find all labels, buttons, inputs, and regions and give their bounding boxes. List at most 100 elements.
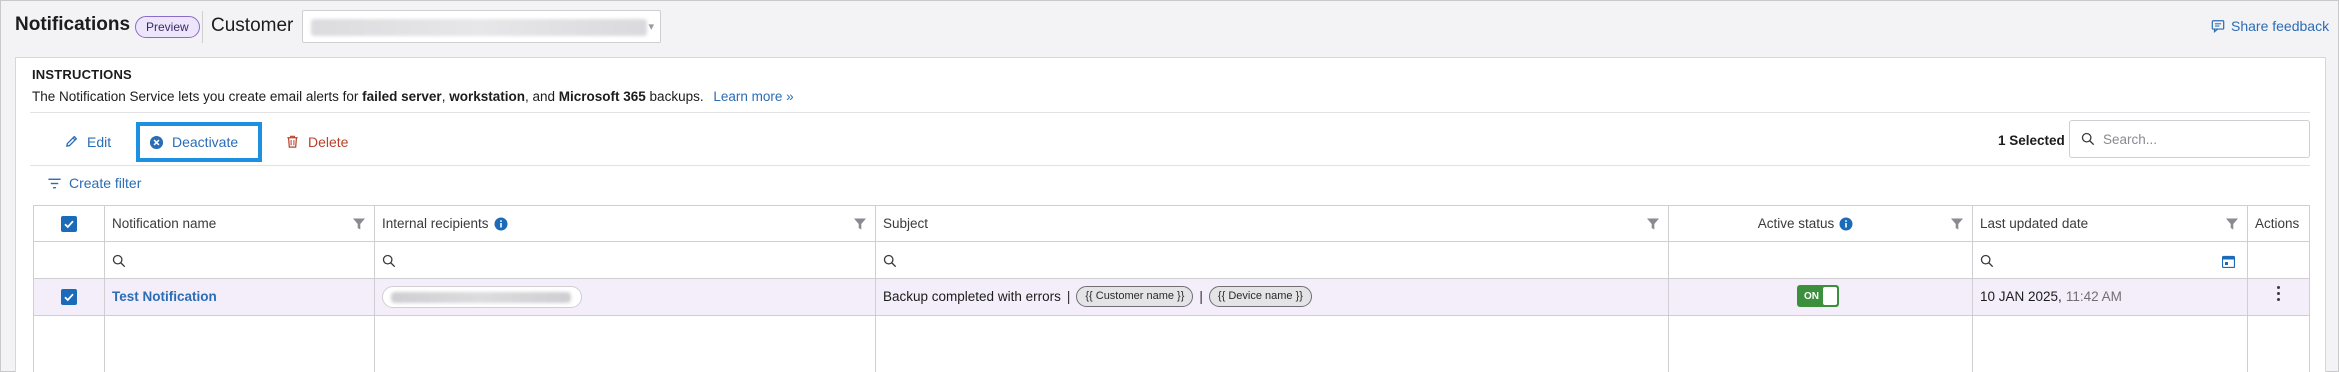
filter-cell	[34, 242, 104, 279]
funnel-icon[interactable]	[1646, 217, 1660, 231]
info-icon[interactable]	[494, 217, 508, 231]
redacted-recipient	[391, 292, 571, 303]
notification-name-link[interactable]: Test Notification	[112, 289, 217, 304]
table-row-cell	[375, 279, 875, 316]
create-filter-label: Create filter	[69, 175, 142, 191]
notifications-table: Notification name Test Notification Inte…	[33, 205, 2310, 372]
edit-button[interactable]: Edit	[54, 125, 121, 158]
column-header-active-status[interactable]: Active status	[1669, 206, 1972, 242]
check-icon	[64, 220, 74, 229]
toggle-on-label: ON	[1804, 290, 1819, 302]
search-icon	[1980, 254, 1994, 268]
create-filter-button[interactable]: Create filter	[47, 175, 141, 191]
info-icon[interactable]	[1839, 217, 1853, 231]
share-feedback-link[interactable]: Share feedback	[2211, 18, 2329, 34]
filter-cell-last-updated[interactable]	[1973, 242, 2247, 279]
filter-lines-icon	[48, 178, 61, 188]
divider	[30, 165, 2310, 166]
customer-label: Customer	[211, 15, 294, 36]
column-header-label: Active status	[1669, 216, 1972, 231]
search-icon	[883, 254, 897, 268]
column-last-updated: Last updated date 10 JAN 2025, 11:42 AM	[1973, 206, 2248, 372]
column-header-text: Internal recipients	[382, 216, 489, 231]
x-circle-icon	[149, 135, 164, 149]
filter-cell	[2248, 242, 2309, 279]
funnel-icon[interactable]	[1950, 217, 1964, 231]
table-row-cell	[2248, 279, 2309, 316]
column-header-label: Actions	[2255, 216, 2300, 231]
filter-cell-notification-name[interactable]	[105, 242, 374, 279]
search-icon	[2081, 132, 2095, 146]
subject-text: Backup completed with errors	[883, 289, 1061, 304]
filter-cell-active-status	[1669, 242, 1972, 279]
last-updated-date: 10 JAN 2025,	[1980, 289, 2062, 304]
select-column	[34, 206, 105, 372]
column-header-subject[interactable]: Subject	[876, 206, 1668, 242]
column-header-text: Active status	[1757, 216, 1835, 231]
customer-select[interactable]: ▾	[302, 10, 661, 43]
check-icon	[64, 293, 74, 302]
column-header-label: Internal recipients	[382, 216, 508, 231]
active-status-toggle[interactable]: ON	[1797, 285, 1839, 307]
edit-label: Edit	[87, 133, 112, 150]
kebab-menu-icon[interactable]	[2248, 286, 2309, 301]
instructions-text-part: The Notification Service lets you create…	[32, 89, 363, 104]
redacted-customer-value	[311, 19, 647, 36]
last-updated-time: 11:42 AM	[2065, 289, 2122, 304]
column-internal-recipients: Internal recipients	[375, 206, 876, 372]
subject-separator: |	[1066, 289, 1071, 304]
table-row-cell: Test Notification	[105, 279, 374, 316]
instructions-bold: workstation	[449, 89, 525, 104]
pencil-icon	[66, 135, 78, 147]
column-header-label: Last updated date	[1980, 216, 2089, 231]
recipient-chip	[382, 286, 582, 308]
column-header-last-updated[interactable]: Last updated date	[1973, 206, 2247, 242]
search-box[interactable]	[2069, 120, 2310, 158]
search-icon	[112, 254, 126, 268]
table-row-cell: Backup completed with errors | {{ Custom…	[876, 279, 1668, 316]
column-subject: Subject Backup completed with errors | {…	[876, 206, 1669, 372]
column-header-internal-recipients[interactable]: Internal recipients	[375, 206, 875, 242]
trash-icon	[287, 135, 298, 148]
search-icon	[382, 254, 396, 268]
row-checkbox[interactable]	[61, 289, 77, 305]
chevron-down-icon: ▾	[648, 21, 654, 33]
instructions-title: INSTRUCTIONS	[32, 67, 132, 82]
column-header-label: Subject	[883, 216, 929, 231]
instructions-text: The Notification Service lets you create…	[32, 89, 794, 104]
filter-cell-internal-recipients[interactable]	[375, 242, 875, 279]
funnel-icon[interactable]	[853, 217, 867, 231]
search-input[interactable]	[2103, 129, 2303, 149]
column-header-select	[34, 206, 104, 242]
page-header: Notifications Preview Customer ▾ Share f…	[1, 1, 2338, 53]
funnel-icon[interactable]	[2225, 217, 2239, 231]
column-header-notification-name[interactable]: Notification name	[105, 206, 374, 242]
deactivate-button[interactable]: Deactivate	[136, 122, 262, 162]
comment-icon	[2211, 20, 2225, 33]
preview-badge: Preview	[135, 16, 200, 38]
table-row-cell: ON	[1669, 279, 1972, 316]
subject-token: {{ Customer name }}	[1076, 286, 1194, 307]
page-title: Notifications	[15, 14, 131, 35]
delete-label: Delete	[308, 133, 349, 150]
notifications-panel: INSTRUCTIONS The Notification Service le…	[15, 57, 2326, 372]
subject-separator: |	[1199, 289, 1203, 304]
instructions-bold: Microsoft 365	[558, 89, 646, 104]
deactivate-label: Deactivate	[172, 134, 239, 150]
column-header-label: Notification name	[112, 216, 217, 231]
filter-cell-subject[interactable]	[876, 242, 1668, 279]
instructions-bold: failed server	[362, 89, 442, 104]
select-all-checkbox[interactable]	[61, 216, 77, 232]
divider	[30, 112, 2310, 113]
instructions-text-part: , and	[524, 89, 559, 104]
calendar-icon[interactable]	[2222, 255, 2235, 268]
learn-more-link[interactable]: Learn more »	[713, 89, 793, 104]
selected-count: 1 Selected	[1998, 133, 2065, 148]
delete-button[interactable]: Delete	[275, 125, 358, 158]
share-feedback-label: Share feedback	[2231, 18, 2330, 34]
funnel-icon[interactable]	[352, 217, 366, 231]
subject-token: {{ Device name }}	[1208, 286, 1312, 307]
toggle-knob	[1823, 287, 1837, 305]
instructions-text-part: backups.	[645, 89, 704, 104]
column-active-status: Active status ON	[1669, 206, 1973, 372]
